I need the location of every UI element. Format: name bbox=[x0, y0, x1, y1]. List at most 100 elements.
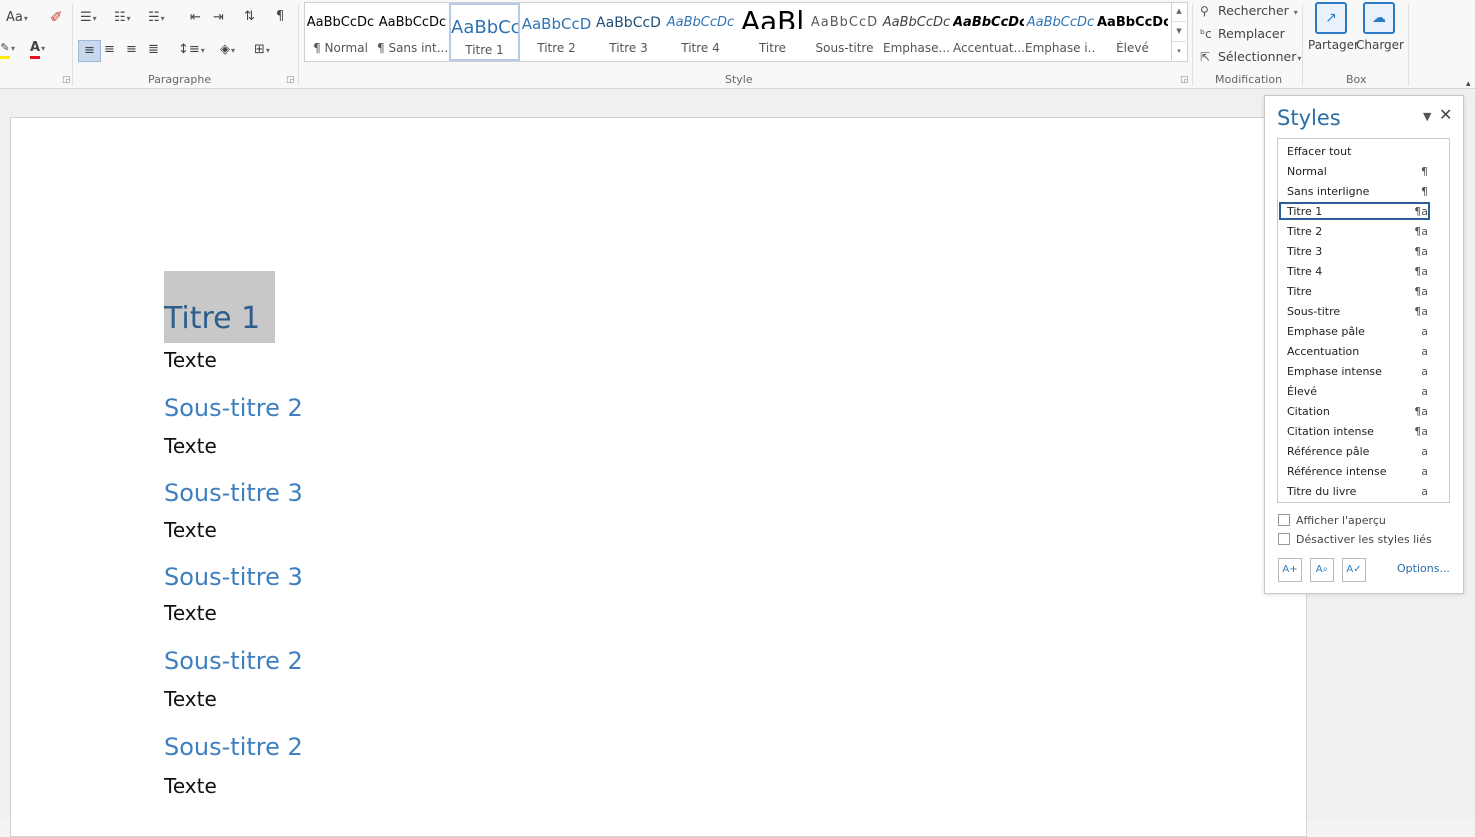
gallery-style-10[interactable]: AaBbCcDc Emphase i... bbox=[1025, 3, 1096, 61]
font-color-button[interactable]: A▾ bbox=[30, 40, 45, 59]
gallery-scroll-down-icon[interactable]: ▼ bbox=[1172, 22, 1186, 42]
gallery-style-2[interactable]: AaBbCc Titre 1 bbox=[449, 3, 520, 61]
style-list-item[interactable]: Emphase intense a bbox=[1278, 362, 1449, 382]
style-list-item[interactable]: Titre 2 ¶a bbox=[1278, 222, 1449, 242]
change-case-label: Aa bbox=[6, 10, 23, 25]
style-group-label: Style bbox=[725, 73, 753, 86]
style-inspector-button[interactable]: A⌕ bbox=[1310, 558, 1334, 582]
upload-button[interactable]: ☁ Charger bbox=[1356, 2, 1404, 52]
upload-label: Charger bbox=[1356, 38, 1404, 52]
style-item-label: Élevé bbox=[1287, 385, 1318, 398]
borders-button[interactable]: ⊞▾ bbox=[254, 42, 270, 59]
styles-pane: Styles ▼ ✕ Effacer tout Normal ¶ Sans inter… bbox=[1264, 95, 1464, 594]
gallery-style-3[interactable]: AaBbCcD Titre 2 bbox=[521, 3, 592, 61]
bullets-button[interactable]: ☰▾ bbox=[80, 10, 97, 27]
gallery-style-name: Titre 3 bbox=[609, 41, 648, 55]
gallery-style-5[interactable]: AaBbCcDc Titre 4 bbox=[665, 3, 736, 61]
show-preview-checkbox[interactable]: Afficher l'aperçu bbox=[1278, 514, 1386, 527]
style-list-item[interactable]: Normal ¶ bbox=[1278, 162, 1449, 182]
eraser-icon[interactable]: ✐ bbox=[50, 9, 63, 25]
numbering-button[interactable]: ☷▾ bbox=[114, 10, 131, 27]
style-list-item[interactable]: Référence intense a bbox=[1278, 462, 1449, 482]
share-button[interactable]: ↗ Partager bbox=[1308, 2, 1359, 52]
heading-2[interactable]: Sous-titre 2 bbox=[164, 394, 303, 422]
style-list-item[interactable]: Accentuation a bbox=[1278, 342, 1449, 362]
paint-bucket-icon: ◈ bbox=[220, 42, 230, 57]
style-list-item[interactable]: Titre 3 ¶a bbox=[1278, 242, 1449, 262]
align-left-button[interactable]: ≡ bbox=[78, 40, 101, 62]
style-list-item[interactable]: Emphase pâle a bbox=[1278, 322, 1449, 342]
style-list-item[interactable]: Sans interligne ¶ bbox=[1278, 182, 1449, 202]
gallery-more-icon[interactable]: ▾ bbox=[1172, 42, 1186, 61]
body-text[interactable]: Texte bbox=[164, 774, 217, 798]
gallery-scroll-up-icon[interactable]: ▲ bbox=[1172, 2, 1186, 22]
align-center-button[interactable]: ≡ bbox=[104, 42, 115, 58]
replace-button[interactable]: ᵇc Remplacer bbox=[1200, 26, 1285, 41]
style-list-item[interactable]: Effacer tout bbox=[1278, 142, 1449, 162]
decrease-indent-button[interactable]: ⇤ bbox=[190, 10, 201, 26]
ribbon: Aa▾ ✐ ✎▾ A▾ ◲ ☰▾ ☷▾ ☵▾ ⇤ ⇥ ⇅ ¶ ≡ ≡ ≡ ≣ ↕… bbox=[0, 0, 1475, 89]
body-text[interactable]: Texte bbox=[164, 601, 217, 625]
increase-indent-button[interactable]: ⇥ bbox=[213, 10, 224, 26]
decrease-indent-icon: ⇤ bbox=[190, 10, 201, 25]
style-list-item[interactable]: Titre 4 ¶a bbox=[1278, 262, 1449, 282]
change-case-button[interactable]: Aa▾ bbox=[6, 10, 28, 27]
style-list-item[interactable]: Sous-titre ¶a bbox=[1278, 302, 1449, 322]
gallery-style-name: Emphase... bbox=[883, 41, 950, 55]
style-list-item[interactable]: Référence pâle a bbox=[1278, 442, 1449, 462]
find-button[interactable]: ⚲ Rechercher ▾ bbox=[1200, 3, 1298, 18]
shading-button[interactable]: ◈▾ bbox=[220, 42, 235, 59]
options-link[interactable]: Options... bbox=[1397, 562, 1450, 575]
body-text[interactable]: Texte bbox=[164, 348, 217, 372]
style-item-label: Sans interligne bbox=[1287, 185, 1370, 198]
style-item-label: Titre 4 bbox=[1287, 265, 1323, 278]
gallery-style-11[interactable]: AaBbCcDc Élevé bbox=[1097, 3, 1168, 61]
show-marks-button[interactable]: ¶ bbox=[276, 9, 284, 25]
multilevel-list-button[interactable]: ☵▾ bbox=[148, 10, 165, 27]
group-divider bbox=[1192, 4, 1193, 86]
font-dialog-launcher-icon[interactable]: ◲ bbox=[62, 75, 71, 85]
heading-1[interactable]: Titre 1 bbox=[164, 301, 260, 336]
gallery-style-7[interactable]: AaBbCcD Sous-titre bbox=[809, 3, 880, 61]
group-divider bbox=[1302, 4, 1303, 86]
heading-2[interactable]: Sous-titre 2 bbox=[164, 647, 303, 675]
disable-linked-styles-checkbox[interactable]: Désactiver les styles liés bbox=[1278, 533, 1432, 546]
highlighter-icon: ✎ bbox=[0, 40, 10, 59]
gallery-style-8[interactable]: AaBbCcDc Emphase... bbox=[881, 3, 952, 61]
body-text[interactable]: Texte bbox=[164, 434, 217, 458]
body-text[interactable]: Texte bbox=[164, 518, 217, 542]
pane-options-dropdown-icon[interactable]: ▼ bbox=[1423, 110, 1431, 123]
style-list-item[interactable]: Élevé a bbox=[1278, 382, 1449, 402]
close-icon[interactable]: ✕ bbox=[1439, 105, 1452, 124]
character-style-icon: a bbox=[1421, 485, 1428, 498]
style-list-item[interactable]: Citation ¶a bbox=[1278, 402, 1449, 422]
body-text[interactable]: Texte bbox=[164, 687, 217, 711]
gallery-style-9[interactable]: AaBbCcDc Accentuat... bbox=[953, 3, 1024, 61]
pilcrow-icon: ¶ bbox=[276, 9, 285, 24]
highlight-button[interactable]: ✎▾ bbox=[0, 40, 15, 59]
select-button[interactable]: ⇱ Sélectionner▾ bbox=[1200, 49, 1301, 64]
share-icon: ↗ bbox=[1315, 2, 1347, 34]
style-list-item[interactable]: Titre 1 ¶a bbox=[1279, 202, 1430, 220]
manage-styles-button[interactable]: A✓ bbox=[1342, 558, 1366, 582]
heading-2[interactable]: Sous-titre 3 bbox=[164, 563, 303, 591]
style-list-item[interactable]: Citation intense ¶a bbox=[1278, 422, 1449, 442]
align-right-button[interactable]: ≡ bbox=[126, 42, 137, 58]
gallery-style-4[interactable]: AaBbCcD Titre 3 bbox=[593, 3, 664, 61]
document-page[interactable] bbox=[10, 117, 1307, 837]
new-style-button[interactable]: A+ bbox=[1278, 558, 1302, 582]
new-style-icon: A+ bbox=[1282, 564, 1298, 575]
heading-2[interactable]: Sous-titre 3 bbox=[164, 479, 303, 507]
gallery-style-1[interactable]: AaBbCcDc ¶ Sans int... bbox=[377, 3, 448, 61]
style-item-label: Emphase pâle bbox=[1287, 325, 1365, 338]
gallery-style-6[interactable]: AaBl Titre bbox=[737, 3, 808, 61]
heading-2[interactable]: Sous-titre 2 bbox=[164, 733, 303, 761]
style-list-item[interactable]: Titre du livre a bbox=[1278, 482, 1449, 502]
style-list-item[interactable]: Titre ¶a bbox=[1278, 282, 1449, 302]
sort-button[interactable]: ⇅ bbox=[244, 9, 255, 25]
line-spacing-button[interactable]: ↕≡▾ bbox=[178, 42, 205, 59]
styles-dialog-launcher-icon[interactable]: ◲ bbox=[1180, 75, 1189, 85]
justify-button[interactable]: ≣ bbox=[148, 42, 159, 58]
paragraph-dialog-launcher-icon[interactable]: ◲ bbox=[286, 75, 295, 85]
gallery-style-0[interactable]: AaBbCcDc ¶ Normal bbox=[305, 3, 376, 61]
